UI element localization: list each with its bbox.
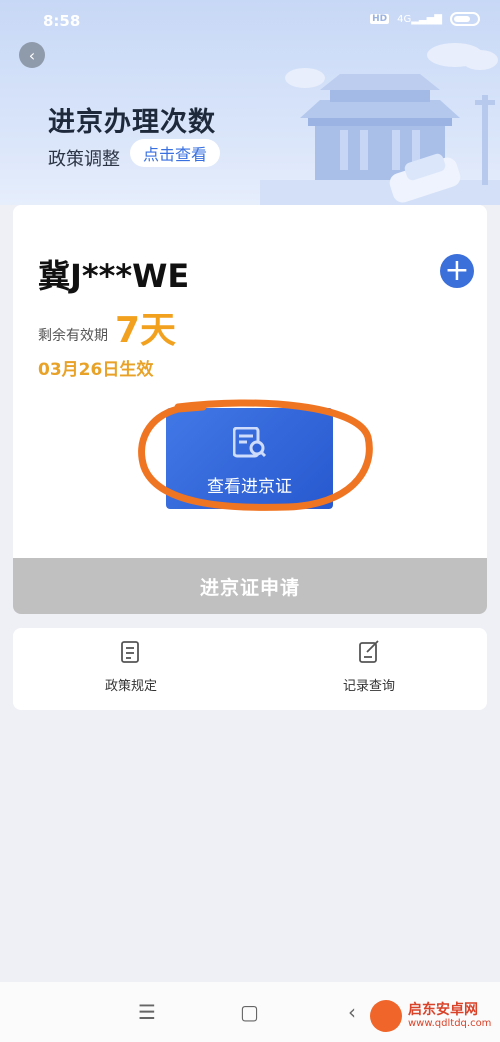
policy-subtitle: 政策调整 xyxy=(48,149,120,170)
back-button[interactable]: ‹ xyxy=(19,42,45,68)
page-title: 进京办理次数 xyxy=(48,107,216,138)
watermark-name: 启东安卓网 xyxy=(408,1002,478,1018)
home-square-icon[interactable]: ▢ xyxy=(240,1000,259,1024)
tiananmen-illustration xyxy=(260,43,500,205)
apply-permit-button[interactable]: 进京证申请 xyxy=(13,558,487,614)
remaining-validity-label: 剩余有效期 xyxy=(38,328,108,344)
remaining-days: 7天 xyxy=(115,310,177,351)
view-permit-label: 查看进京证 xyxy=(207,477,292,497)
status-time: 8:58 xyxy=(43,12,81,30)
vehicle-card: 冀J***WE + 剩余有效期 7天 03月26日生效 查看进京证 进京证申请 xyxy=(13,205,487,614)
shortcut-records-label: 记录查询 xyxy=(342,679,395,694)
status-icons: HD 4G▂▃▅▇ xyxy=(370,12,480,26)
chevron-left-icon: ‹ xyxy=(28,45,36,65)
shortcut-panel: 政策规定 记录查询 xyxy=(13,628,487,710)
shortcut-records[interactable]: 记录查询 xyxy=(299,640,439,694)
watermark-logo-icon xyxy=(370,1000,402,1032)
view-permit-button[interactable]: 查看进京证 xyxy=(166,408,333,509)
shortcut-policy[interactable]: 政策规定 xyxy=(61,640,201,694)
hd-icon: HD xyxy=(370,14,390,24)
back-triangle-icon[interactable]: ‹ xyxy=(348,1000,356,1024)
watermark-url: www.qdltdq.com xyxy=(408,1018,492,1029)
plus-icon: + xyxy=(444,253,470,288)
battery-icon xyxy=(450,12,480,26)
document-icon xyxy=(121,641,139,663)
status-bar: 8:58 HD 4G▂▃▅▇ xyxy=(0,0,500,40)
permit-document-icon xyxy=(233,427,267,458)
view-policy-link[interactable]: 点击查看 xyxy=(130,139,221,167)
effective-date: 03月26日生效 xyxy=(38,360,154,380)
license-plate: 冀J***WE xyxy=(38,257,190,295)
edit-record-icon xyxy=(359,640,379,663)
signal-icon: 4G▂▃▅▇ xyxy=(397,13,442,25)
add-vehicle-button[interactable]: + xyxy=(440,254,474,288)
network-type: 4G xyxy=(397,13,412,25)
site-watermark: 启东安卓网 www.qdltdq.com xyxy=(370,1000,491,1032)
shortcut-policy-label: 政策规定 xyxy=(104,679,157,694)
menu-icon[interactable]: ☰ xyxy=(138,1000,156,1024)
